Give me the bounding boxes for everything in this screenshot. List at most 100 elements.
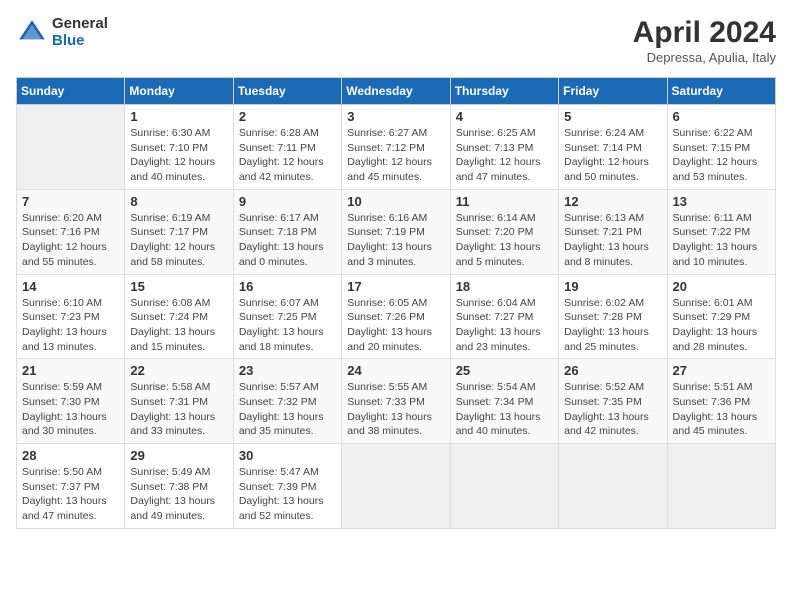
day-number: 16 <box>239 279 336 294</box>
day-info: Sunrise: 6:28 AMSunset: 7:11 PMDaylight:… <box>239 126 336 185</box>
day-number: 10 <box>347 194 444 209</box>
title-block: April 2024 Depressa, Apulia, Italy <box>633 16 776 65</box>
calendar-cell <box>559 444 667 529</box>
day-number: 6 <box>673 109 770 124</box>
day-info: Sunrise: 5:59 AMSunset: 7:30 PMDaylight:… <box>22 380 119 439</box>
day-number: 22 <box>130 363 227 378</box>
day-info: Sunrise: 5:49 AMSunset: 7:38 PMDaylight:… <box>130 465 227 524</box>
day-info: Sunrise: 6:17 AMSunset: 7:18 PMDaylight:… <box>239 211 336 270</box>
day-info: Sunrise: 5:57 AMSunset: 7:32 PMDaylight:… <box>239 380 336 439</box>
day-info: Sunrise: 5:47 AMSunset: 7:39 PMDaylight:… <box>239 465 336 524</box>
calendar-cell: 1 Sunrise: 6:30 AMSunset: 7:10 PMDaylight… <box>125 105 233 190</box>
calendar-cell: 29Sunrise: 5:49 AMSunset: 7:38 PMDayligh… <box>125 444 233 529</box>
day-number: 26 <box>564 363 661 378</box>
calendar-cell: 7Sunrise: 6:20 AMSunset: 7:16 PMDaylight… <box>17 189 125 274</box>
day-info: Sunrise: 5:50 AMSunset: 7:37 PMDaylight:… <box>22 465 119 524</box>
day-number: 30 <box>239 448 336 463</box>
week-row-5: 28 Sunrise: 5:50 AMSunset: 7:37 PMDayligh… <box>17 444 776 529</box>
day-info: Sunrise: 6:27 AMSunset: 7:12 PMDaylight:… <box>347 126 444 185</box>
day-number: 12 <box>564 194 661 209</box>
col-header-tuesday: Tuesday <box>233 78 341 105</box>
day-info: Sunrise: 5:58 AMSunset: 7:31 PMDaylight:… <box>130 380 227 439</box>
day-number: 1 <box>130 109 227 124</box>
day-number: 7 <box>22 194 119 209</box>
day-number: 19 <box>564 279 661 294</box>
calendar-cell: 17 Sunrise: 6:05 AMSunset: 7:26 PMDayligh… <box>342 274 450 359</box>
logo-general-label: General <box>52 16 108 33</box>
week-row-3: 14Sunrise: 6:10 AMSunset: 7:23 PMDayligh… <box>17 274 776 359</box>
day-number: 24 <box>347 363 444 378</box>
day-number: 18 <box>456 279 553 294</box>
day-info: Sunrise: 5:51 AMSunset: 7:36 PMDaylight:… <box>673 380 770 439</box>
day-number: 8 <box>130 194 227 209</box>
day-number: 11 <box>456 194 553 209</box>
day-info: Sunrise: 6:19 AMSunset: 7:17 PMDaylight:… <box>130 211 227 270</box>
calendar-cell: 27 Sunrise: 5:51 AMSunset: 7:36 PMDayligh… <box>667 359 775 444</box>
day-info: Sunrise: 6:22 AMSunset: 7:15 PMDaylight:… <box>673 126 770 185</box>
calendar-cell: 3 Sunrise: 6:27 AMSunset: 7:12 PMDaylight… <box>342 105 450 190</box>
calendar-cell: 14Sunrise: 6:10 AMSunset: 7:23 PMDayligh… <box>17 274 125 359</box>
day-info: Sunrise: 6:02 AMSunset: 7:28 PMDaylight:… <box>564 296 661 355</box>
calendar-cell: 23 Sunrise: 5:57 AMSunset: 7:32 PMDayligh… <box>233 359 341 444</box>
calendar-cell: 6 Sunrise: 6:22 AMSunset: 7:15 PMDaylight… <box>667 105 775 190</box>
day-number: 21 <box>22 363 119 378</box>
calendar-cell: 18Sunrise: 6:04 AMSunset: 7:27 PMDayligh… <box>450 274 558 359</box>
calendar-cell: 5Sunrise: 6:24 AMSunset: 7:14 PMDaylight… <box>559 105 667 190</box>
day-number: 4 <box>456 109 553 124</box>
week-row-2: 7Sunrise: 6:20 AMSunset: 7:16 PMDaylight… <box>17 189 776 274</box>
calendar-cell: 15Sunrise: 6:08 AMSunset: 7:24 PMDayligh… <box>125 274 233 359</box>
day-number: 27 <box>673 363 770 378</box>
day-number: 17 <box>347 279 444 294</box>
day-number: 15 <box>130 279 227 294</box>
col-header-saturday: Saturday <box>667 78 775 105</box>
calendar-cell: 26 Sunrise: 5:52 AMSunset: 7:35 PMDayligh… <box>559 359 667 444</box>
day-info: Sunrise: 6:07 AMSunset: 7:25 PMDaylight:… <box>239 296 336 355</box>
calendar-cell: 16 Sunrise: 6:07 AMSunset: 7:25 PMDayligh… <box>233 274 341 359</box>
col-header-friday: Friday <box>559 78 667 105</box>
calendar-cell: 8 Sunrise: 6:19 AMSunset: 7:17 PMDaylight… <box>125 189 233 274</box>
col-header-thursday: Thursday <box>450 78 558 105</box>
logo: General Blue <box>16 16 108 49</box>
day-info: Sunrise: 6:05 AMSunset: 7:26 PMDaylight:… <box>347 296 444 355</box>
day-number: 28 <box>22 448 119 463</box>
day-info: Sunrise: 6:13 AMSunset: 7:21 PMDaylight:… <box>564 211 661 270</box>
logo-text: General Blue <box>52 16 108 49</box>
location-label: Depressa, Apulia, Italy <box>633 50 776 65</box>
day-info: Sunrise: 5:52 AMSunset: 7:35 PMDaylight:… <box>564 380 661 439</box>
calendar-cell: 30 Sunrise: 5:47 AMSunset: 7:39 PMDayligh… <box>233 444 341 529</box>
calendar-cell <box>342 444 450 529</box>
calendar-cell: 10 Sunrise: 6:16 AMSunset: 7:19 PMDayligh… <box>342 189 450 274</box>
day-number: 9 <box>239 194 336 209</box>
day-info: Sunrise: 6:14 AMSunset: 7:20 PMDaylight:… <box>456 211 553 270</box>
col-header-monday: Monday <box>125 78 233 105</box>
col-header-sunday: Sunday <box>17 78 125 105</box>
col-header-wednesday: Wednesday <box>342 78 450 105</box>
day-number: 13 <box>673 194 770 209</box>
logo-blue-label: Blue <box>52 33 108 50</box>
calendar-cell: 24Sunrise: 5:55 AMSunset: 7:33 PMDayligh… <box>342 359 450 444</box>
calendar-cell: 12 Sunrise: 6:13 AMSunset: 7:21 PMDayligh… <box>559 189 667 274</box>
day-number: 23 <box>239 363 336 378</box>
calendar-cell: 20Sunrise: 6:01 AMSunset: 7:29 PMDayligh… <box>667 274 775 359</box>
day-info: Sunrise: 6:16 AMSunset: 7:19 PMDaylight:… <box>347 211 444 270</box>
day-info: Sunrise: 5:54 AMSunset: 7:34 PMDaylight:… <box>456 380 553 439</box>
day-info: Sunrise: 6:11 AMSunset: 7:22 PMDaylight:… <box>673 211 770 270</box>
page-header: General Blue April 2024 Depressa, Apulia… <box>16 16 776 65</box>
day-number: 3 <box>347 109 444 124</box>
day-info: Sunrise: 6:01 AMSunset: 7:29 PMDaylight:… <box>673 296 770 355</box>
calendar-cell <box>17 105 125 190</box>
calendar-cell: 2Sunrise: 6:28 AMSunset: 7:11 PMDaylight… <box>233 105 341 190</box>
month-title: April 2024 <box>633 16 776 50</box>
logo-icon <box>16 17 48 49</box>
calendar-cell: 19 Sunrise: 6:02 AMSunset: 7:28 PMDayligh… <box>559 274 667 359</box>
day-info: Sunrise: 6:30 AMSunset: 7:10 PMDaylight:… <box>130 126 227 185</box>
calendar-cell: 13 Sunrise: 6:11 AMSunset: 7:22 PMDayligh… <box>667 189 775 274</box>
calendar-cell: 9 Sunrise: 6:17 AMSunset: 7:18 PMDaylight… <box>233 189 341 274</box>
day-number: 14 <box>22 279 119 294</box>
calendar-cell: 21 Sunrise: 5:59 AMSunset: 7:30 PMDayligh… <box>17 359 125 444</box>
calendar-cell <box>667 444 775 529</box>
day-info: Sunrise: 6:24 AMSunset: 7:14 PMDaylight:… <box>564 126 661 185</box>
calendar-cell: 11 Sunrise: 6:14 AMSunset: 7:20 PMDayligh… <box>450 189 558 274</box>
calendar-cell: 25Sunrise: 5:54 AMSunset: 7:34 PMDayligh… <box>450 359 558 444</box>
week-row-1: 1 Sunrise: 6:30 AMSunset: 7:10 PMDaylight… <box>17 105 776 190</box>
